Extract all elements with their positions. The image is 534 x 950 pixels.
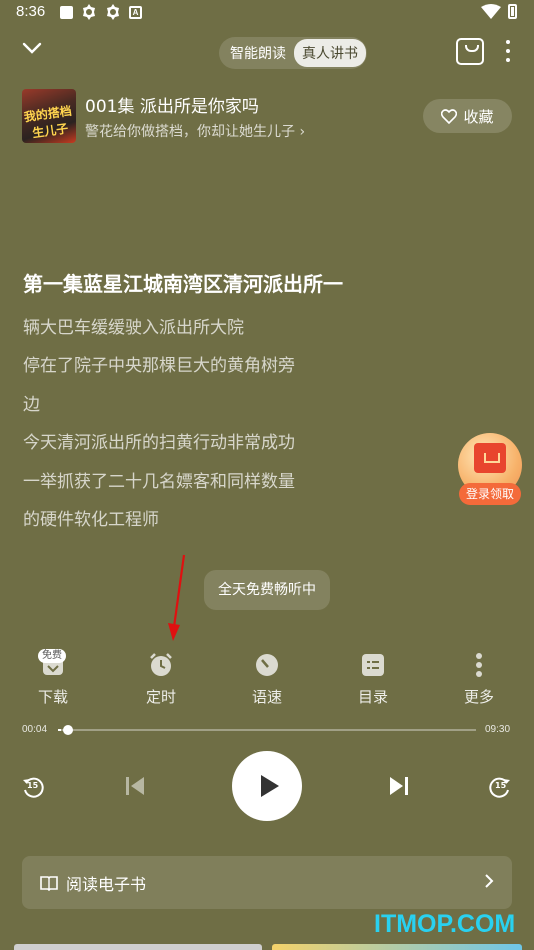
next-track-icon[interactable]: [388, 775, 410, 797]
site-watermark: ITMOP.COM: [374, 910, 516, 938]
episode-title: 001集 派出所是你家吗: [85, 97, 259, 117]
text-line: 边: [23, 395, 40, 415]
forward-seconds: 15: [495, 781, 507, 790]
catalog-button[interactable]: 目录: [343, 652, 403, 707]
forward-15-button[interactable]: 15: [488, 775, 512, 799]
bottom-banner-right: [272, 944, 522, 950]
battery-icon: [508, 4, 517, 19]
text-line: 今天清河派出所的扫黄行动非常成功: [23, 433, 295, 453]
chevron-right-icon: [485, 874, 494, 888]
red-envelope-icon: [474, 443, 506, 473]
wifi-icon: [481, 4, 501, 19]
rewind-seconds: 15: [27, 781, 39, 790]
text-line: 停在了院子中央那棵巨大的黄角树旁: [23, 356, 295, 376]
text-line: 一举抓获了二十几名嫖客和同样数量: [23, 472, 295, 492]
more-button[interactable]: 更多: [449, 652, 509, 707]
previous-track-icon[interactable]: [124, 775, 146, 797]
speed-gauge-icon: [254, 652, 280, 678]
timer-button[interactable]: 定时: [131, 652, 191, 707]
progress-knob[interactable]: [62, 725, 73, 735]
progress-slider[interactable]: [58, 725, 476, 735]
status-icons: A: [60, 4, 142, 20]
more-vertical-icon: [466, 652, 492, 678]
download-label: 下载: [37, 688, 68, 706]
speed-label: 语速: [251, 688, 282, 706]
mode-tts[interactable]: 智能朗读: [222, 39, 294, 67]
mode-real-narration[interactable]: 真人讲书: [294, 39, 366, 67]
list-icon: [360, 652, 386, 678]
download-button[interactable]: 免费 下载: [23, 649, 83, 707]
read-ebook-button[interactable]: 阅读电子书: [22, 856, 512, 909]
cover-title-art: 我的搭档生儿子: [23, 103, 73, 141]
timer-label: 定时: [145, 688, 176, 706]
favorite-button[interactable]: 收藏: [423, 99, 512, 133]
book-icon: [40, 875, 58, 891]
text-line: 辆大巴车缓缓驶入派出所大院: [23, 318, 244, 338]
text-line: 的硬件软化工程师: [23, 510, 159, 530]
a-notification-icon: A: [129, 5, 142, 19]
mode-switch: 智能朗读 真人讲书: [219, 37, 367, 69]
read-ebook-label: 阅读电子书: [66, 874, 147, 894]
current-line-heading: 第一集蓝星江城南湾区清河派出所一: [23, 272, 343, 296]
album-cover[interactable]: 我的搭档生儿子: [22, 89, 76, 143]
more-menu-icon[interactable]: [506, 40, 510, 62]
app-notification-icon: [83, 4, 95, 20]
total-time: 09:30: [485, 724, 511, 735]
notification-square-icon: [60, 5, 73, 19]
progress-fill: [58, 729, 61, 731]
shopping-bag-icon[interactable]: [456, 38, 484, 65]
heart-icon: [441, 108, 458, 124]
reward-label: 登录领取: [459, 483, 521, 505]
bottom-banner-left: [14, 944, 262, 950]
status-time: 8:36: [16, 3, 46, 20]
free-badge: 免费: [38, 649, 66, 663]
current-time: 00:04: [22, 724, 48, 735]
free-listening-toast: 全天免费畅听中: [204, 570, 330, 610]
play-button[interactable]: [232, 751, 302, 821]
alarm-clock-icon: [148, 652, 174, 678]
speed-button[interactable]: 语速: [237, 652, 297, 707]
rewind-15-button[interactable]: 15: [21, 775, 45, 799]
red-arrow-annotation: [168, 554, 186, 641]
download-icon: 免费: [38, 649, 66, 678]
catalog-label: 目录: [357, 688, 388, 706]
book-subtitle-link[interactable]: 警花给你做搭档，你却让她生儿子 ›: [85, 121, 305, 141]
more-label: 更多: [463, 688, 494, 706]
favorite-label: 收藏: [463, 107, 494, 126]
app-notification-icon-2: [107, 4, 119, 20]
login-reward-button[interactable]: 登录领取: [456, 433, 524, 505]
chevron-down-icon[interactable]: [22, 41, 42, 55]
